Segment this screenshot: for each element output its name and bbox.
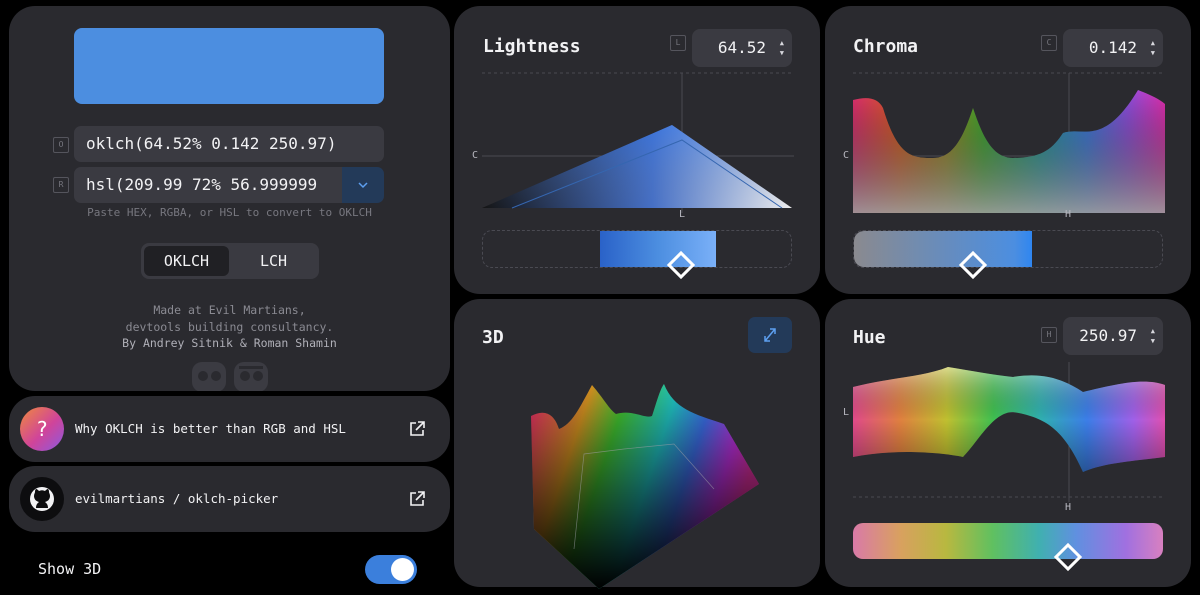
hue-x-axis-label: H: [1065, 502, 1072, 513]
rgb-format-tag: R: [53, 177, 69, 193]
expand-icon: [764, 328, 776, 342]
hue-title: Hue: [853, 327, 886, 348]
why-oklch-link[interactable]: ? Why OKLCH is better than RGB and HSL: [9, 396, 450, 462]
why-oklch-link-label: Why OKLCH is better than RGB and HSL: [75, 421, 346, 436]
3d-color-space-view: [531, 384, 759, 589]
question-icon: ?: [20, 407, 64, 451]
oklch-format-tag: O: [53, 137, 69, 153]
credits-line: devtools building consultancy.: [125, 319, 334, 334]
format-dropdown-button[interactable]: [342, 167, 384, 203]
hue-slider[interactable]: [853, 523, 1163, 572]
3d-panel: 3D: [454, 299, 820, 589]
lightness-tag: L: [670, 35, 686, 51]
chevron-down-icon: [358, 182, 368, 189]
lightness-panel: Lightness L 64.52 ▲ ▼ C L: [454, 6, 820, 294]
toggle-knob: [391, 558, 414, 581]
lightness-x-axis-label: L: [679, 209, 686, 220]
lightness-chart: [482, 72, 794, 213]
lightness-y-axis-label: C: [472, 150, 479, 161]
lightness-value-input[interactable]: 64.52 ▲ ▼: [692, 29, 792, 67]
mode-switcher: OKLCH LCH: [141, 243, 319, 279]
color-input-panel: O oklch(64.52% 0.142 250.97) R hsl(209.9…: [9, 6, 450, 391]
chroma-slider-track: [854, 231, 1032, 267]
stepper-arrows-icon[interactable]: ▲ ▼: [1151, 38, 1155, 58]
paste-hint: Paste HEX, RGBA, or HSL to convert to OK…: [87, 206, 372, 219]
chroma-value-input[interactable]: 0.142 ▲ ▼: [1063, 29, 1163, 67]
hue-slider-handle[interactable]: [1053, 542, 1083, 572]
stepper-arrows-icon[interactable]: ▲ ▼: [780, 38, 784, 58]
chroma-tag: C: [1041, 35, 1057, 51]
external-link-icon: [410, 421, 425, 436]
mode-oklch-option[interactable]: OKLCH: [144, 246, 229, 276]
chroma-title: Chroma: [853, 36, 919, 57]
show-3d-label: Show 3D: [38, 560, 102, 578]
external-link-icon: [410, 491, 425, 506]
hue-y-axis-label: L: [843, 407, 850, 418]
rgb-input[interactable]: hsl(209.99 72% 56.999999: [74, 167, 342, 203]
credits: Made at Evil Martians, devtools building…: [9, 302, 450, 352]
3d-title: 3D: [482, 327, 504, 348]
credits-line: Made at Evil Martians,: [153, 303, 306, 317]
color-preview-swatch: [74, 28, 384, 104]
chroma-value: 0.142: [1088, 38, 1137, 57]
lightness-slider-track: [600, 231, 716, 267]
github-repo-label: evilmartians / oklch-picker: [75, 491, 279, 506]
lightness-slider[interactable]: [482, 230, 792, 280]
lightness-title: Lightness: [483, 36, 581, 57]
credits-line: By Andrey Sitnik & Roman Shamin: [122, 336, 337, 350]
github-icon: [20, 477, 64, 521]
expand-3d-button[interactable]: [748, 317, 792, 353]
lightness-value: 64.52: [717, 38, 766, 57]
oklch-input[interactable]: oklch(64.52% 0.142 250.97): [74, 126, 384, 162]
hue-chart: [853, 362, 1165, 502]
hue-tag: H: [1041, 327, 1057, 343]
hue-panel: Hue H 250.97 ▲ ▼ L H: [825, 299, 1191, 587]
chroma-slider[interactable]: [853, 230, 1163, 280]
show-3d-toggle[interactable]: [365, 555, 417, 584]
chroma-chart: [853, 72, 1165, 213]
chroma-y-axis-label: C: [843, 150, 850, 161]
chroma-panel: Chroma C 0.142 ▲ ▼ C H: [825, 6, 1191, 294]
mode-lch-option[interactable]: LCH: [231, 246, 316, 276]
hue-value-input[interactable]: 250.97 ▲ ▼: [1063, 317, 1163, 355]
stepper-arrows-icon[interactable]: ▲ ▼: [1151, 326, 1155, 346]
chroma-x-axis-label: H: [1065, 209, 1072, 220]
hue-value: 250.97: [1079, 326, 1137, 345]
martian-mascots-logo: [192, 362, 268, 391]
github-repo-link[interactable]: evilmartians / oklch-picker: [9, 466, 450, 532]
